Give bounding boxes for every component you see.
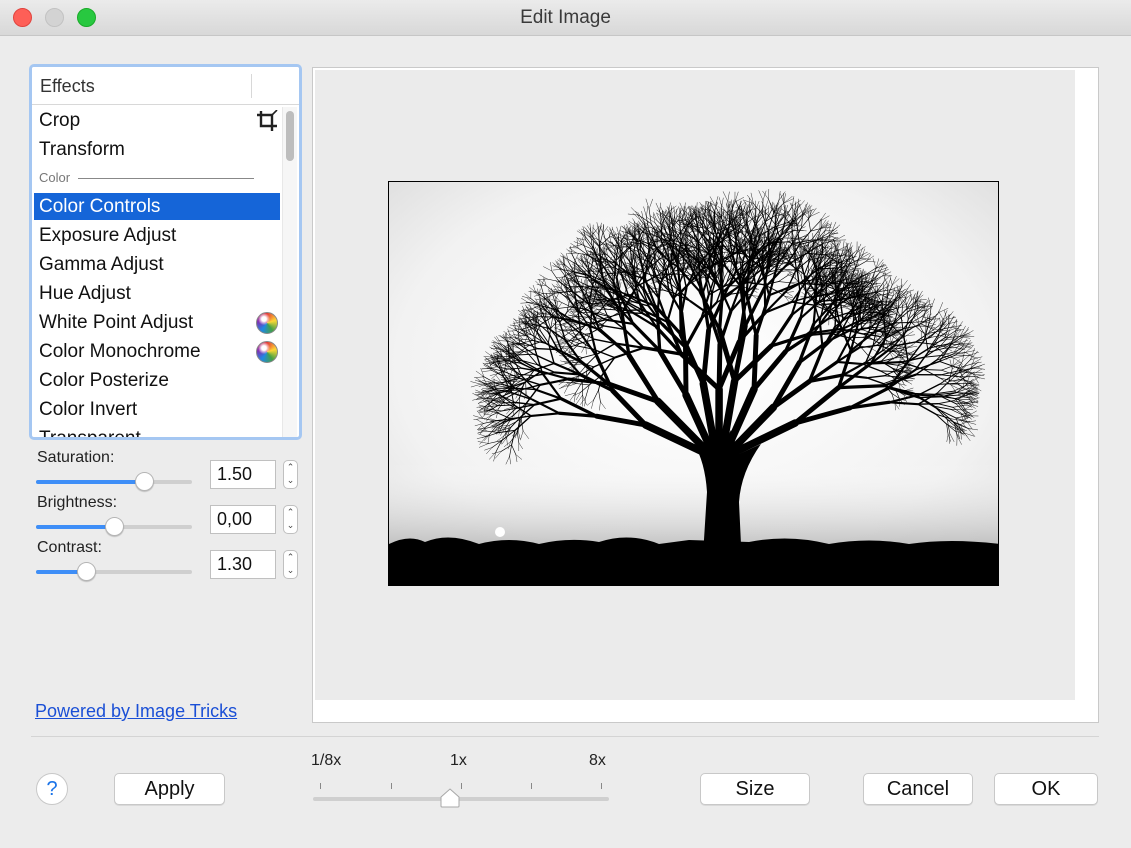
effect-item-exposure-adjust[interactable]: Exposure Adjust (34, 222, 280, 249)
slider-knob[interactable] (135, 472, 154, 491)
contrast-slider[interactable] (36, 562, 192, 581)
effect-item-color-invert[interactable]: Color Invert (34, 396, 280, 423)
title-bar: Edit Image (0, 0, 1131, 36)
zoom-tick (320, 783, 321, 789)
brightness-slider[interactable] (36, 517, 192, 536)
help-button[interactable]: ? (36, 773, 68, 805)
effect-label: Crop (39, 110, 81, 131)
bottom-divider (31, 736, 1099, 737)
zoom-tick (601, 783, 602, 789)
contrast-label: Contrast: (37, 539, 102, 556)
brightness-value-field[interactable]: 0,00 (210, 505, 276, 534)
effect-group-color: Color (34, 168, 280, 188)
saturation-stepper[interactable]: ⌃ ⌄ (283, 460, 298, 489)
group-divider (78, 178, 254, 179)
saturation-slider[interactable] (36, 472, 192, 491)
group-label: Color (39, 170, 71, 185)
size-button[interactable]: Size (700, 773, 810, 805)
crop-icon (257, 110, 278, 131)
slider-knob[interactable] (105, 517, 124, 536)
effect-label: Transform (39, 139, 125, 160)
color-wheel-icon (256, 312, 278, 334)
slider-fill (36, 480, 144, 484)
saturation-label: Saturation: (37, 449, 115, 466)
zoom-slider-knob[interactable] (440, 788, 460, 808)
effect-label: Color Posterize (39, 370, 169, 391)
zoom-tick (461, 783, 462, 789)
zoom-mid-label: 1x (450, 752, 467, 769)
cancel-button[interactable]: Cancel (863, 773, 973, 805)
brightness-label: Brightness: (37, 494, 118, 511)
slider-fill (36, 525, 114, 529)
saturation-value-field[interactable]: 1.50 (210, 460, 276, 489)
effect-label: Hue Adjust (39, 283, 131, 304)
effect-item-gamma-adjust[interactable]: Gamma Adjust (34, 251, 280, 278)
effect-label: Color Invert (39, 399, 138, 420)
scroll-thumb[interactable] (286, 111, 294, 161)
zoom-slider[interactable] (313, 797, 609, 801)
zoom-max-label: 8x (589, 752, 606, 769)
effect-item-color-controls[interactable]: Color Controls (34, 193, 280, 220)
effect-item-transform[interactable]: Transform (34, 136, 280, 163)
effect-item-color-monochrome[interactable]: Color Monochrome (34, 338, 280, 365)
brightness-stepper[interactable]: ⌃ ⌄ (283, 505, 298, 534)
effect-label: Exposure Adjust (39, 225, 177, 246)
effects-list-header: Effects (32, 67, 299, 105)
effect-item-crop[interactable]: Crop (34, 107, 280, 134)
slider-knob[interactable] (77, 562, 96, 581)
contrast-stepper[interactable]: ⌃ ⌄ (283, 550, 298, 579)
effect-label: White Point Adjust (39, 312, 194, 333)
window-title: Edit Image (520, 7, 611, 28)
effect-item-color-posterize[interactable]: Color Posterize (34, 367, 280, 394)
effect-item-hue-adjust[interactable]: Hue Adjust (34, 280, 280, 307)
edit-image-window: Edit Image Effects Crop Transform Color (0, 0, 1131, 848)
powered-by-link[interactable]: Powered by Image Tricks (35, 701, 237, 722)
effect-item-transparent[interactable]: Transparent (34, 425, 280, 440)
effects-column-header[interactable]: Effects (40, 76, 95, 97)
effect-label: Color Monochrome (39, 341, 201, 362)
effects-list-panel: Effects Crop Transform Color Color Contr… (29, 64, 302, 440)
color-wheel-icon (256, 341, 278, 363)
effect-item-white-point-adjust[interactable]: White Point Adjust (34, 309, 280, 336)
effect-label: Color Controls (39, 196, 161, 217)
apply-button[interactable]: Apply (114, 773, 225, 805)
effects-scrollbar[interactable] (282, 107, 297, 437)
ok-button[interactable]: OK (994, 773, 1098, 805)
tree-photo (388, 181, 999, 586)
column-separator (251, 74, 252, 98)
effect-label: Transparent (39, 428, 141, 440)
zoom-min-label: 1/8x (311, 752, 342, 769)
effect-label: Gamma Adjust (39, 254, 164, 275)
zoom-tick (391, 783, 392, 789)
contrast-value-field[interactable]: 1.30 (210, 550, 276, 579)
zoom-tick (531, 783, 532, 789)
